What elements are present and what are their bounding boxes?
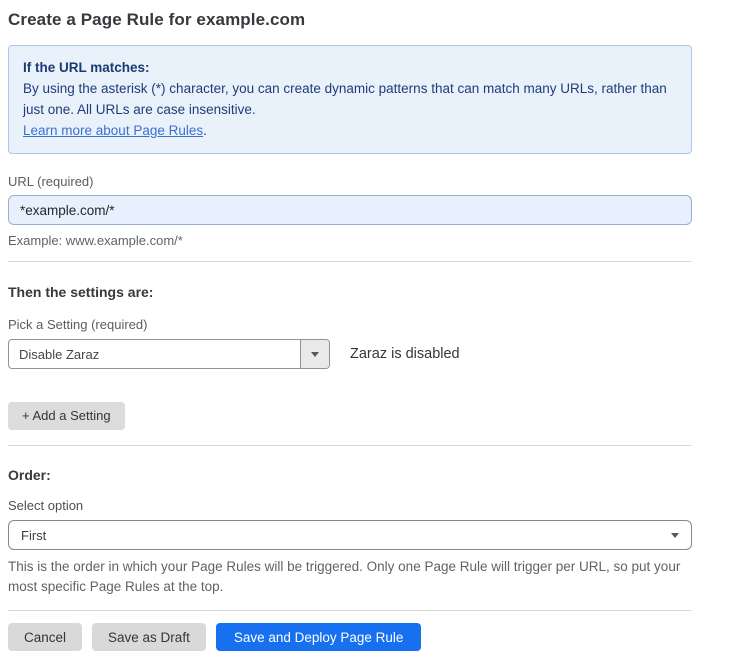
page-title: Create a Page Rule for example.com <box>8 10 692 30</box>
setting-status-text: Zaraz is disabled <box>350 346 460 362</box>
save-as-draft-button[interactable]: Save as Draft <box>92 623 206 651</box>
add-setting-button[interactable]: + Add a Setting <box>8 402 125 430</box>
chevron-down-icon <box>671 533 679 538</box>
setting-select-arrow-button[interactable] <box>300 340 329 368</box>
url-input[interactable] <box>8 195 692 225</box>
setting-row: Disable Zaraz Zaraz is disabled <box>8 339 692 369</box>
divider <box>8 261 692 262</box>
url-match-info-box: If the URL matches: By using the asteris… <box>8 45 692 154</box>
form-actions: Cancel Save as Draft Save and Deploy Pag… <box>8 623 692 651</box>
info-box-heading: If the URL matches: <box>23 57 677 78</box>
link-suffix: . <box>203 123 207 138</box>
chevron-down-icon <box>311 352 319 357</box>
setting-select[interactable]: Disable Zaraz <box>8 339 330 369</box>
order-select[interactable]: First <box>8 520 692 550</box>
url-field-label: URL (required) <box>8 174 692 189</box>
order-section-heading: Order: <box>8 467 692 483</box>
page-rule-form: Create a Page Rule for example.com If th… <box>0 0 750 651</box>
order-select-value: First <box>21 528 46 543</box>
info-box-link-line: Learn more about Page Rules. <box>23 120 677 141</box>
learn-more-link[interactable]: Learn more about Page Rules <box>23 123 203 138</box>
info-box-body: By using the asterisk (*) character, you… <box>23 78 673 120</box>
order-select-label: Select option <box>8 498 692 513</box>
cancel-button[interactable]: Cancel <box>8 623 82 651</box>
url-example-hint: Example: www.example.com/* <box>8 233 692 248</box>
settings-section-heading: Then the settings are: <box>8 284 692 300</box>
pick-setting-label: Pick a Setting (required) <box>8 317 692 332</box>
order-help-text: This is the order in which your Page Rul… <box>8 557 684 597</box>
setting-select-value: Disable Zaraz <box>9 340 300 368</box>
divider <box>8 610 692 611</box>
save-and-deploy-button[interactable]: Save and Deploy Page Rule <box>216 623 422 651</box>
divider <box>8 445 692 446</box>
